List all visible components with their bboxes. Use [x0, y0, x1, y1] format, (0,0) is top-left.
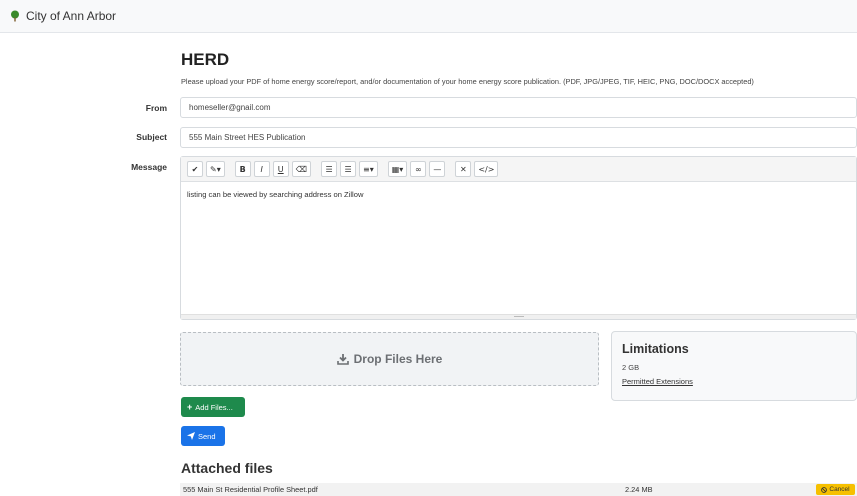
subject-label: Subject	[136, 132, 167, 142]
align-icon[interactable]: ≡▾	[359, 161, 378, 177]
fullscreen-icon[interactable]: ✕	[455, 161, 472, 177]
tree-icon	[11, 10, 19, 22]
pencil-icon[interactable]: ✔	[187, 161, 203, 177]
cancel-upload-button[interactable]: Cancel	[816, 484, 855, 495]
add-files-button[interactable]: + Add Files...	[181, 397, 245, 417]
upload-instructions: Please upload your PDF of home energy sc…	[181, 77, 754, 86]
message-editor: ✔ ✎▾ B I U ⌫ ☰ ☰ ≡▾ ▦▾ ∞ — ✕ </> listing…	[180, 156, 857, 320]
editor-toolbar: ✔ ✎▾ B I U ⌫ ☰ ☰ ≡▾ ▦▾ ∞ — ✕ </>	[181, 157, 856, 182]
underline-icon[interactable]: U	[272, 161, 289, 177]
eraser-icon[interactable]: ⌫	[291, 161, 312, 177]
limitations-panel: Limitations 2 GB Permitted Extensions	[611, 331, 857, 401]
brand-name: City of Ann Arbor	[26, 9, 117, 23]
permitted-extensions-link[interactable]: Permitted Extensions	[622, 377, 846, 386]
ban-icon	[821, 486, 828, 493]
horizontal-rule-icon[interactable]: —	[429, 161, 446, 177]
editor-resize-handle[interactable]	[181, 314, 856, 319]
paper-plane-icon	[187, 432, 195, 440]
file-size: 2.24 MB	[625, 485, 653, 494]
download-icon	[336, 354, 349, 365]
subject-field[interactable]: 555 Main Street HES Publication	[180, 127, 857, 148]
attached-files-heading: Attached files	[181, 460, 273, 476]
link-icon[interactable]: ∞	[410, 161, 427, 177]
page-title: HERD	[181, 50, 230, 69]
limitations-title: Limitations	[622, 342, 689, 356]
from-field[interactable]: homeseller@gnail.com	[180, 97, 857, 118]
size-limit: 2 GB	[622, 363, 640, 372]
unordered-list-icon[interactable]: ☰	[321, 161, 338, 177]
cancel-label: Cancel	[829, 486, 850, 493]
table-icon[interactable]: ▦▾	[387, 161, 408, 177]
magic-wand-icon[interactable]: ✎▾	[206, 161, 225, 177]
plus-icon: +	[187, 402, 193, 412]
add-files-label: Add Files...	[195, 402, 233, 412]
code-view-icon[interactable]: </>	[474, 161, 499, 177]
navbar: City of Ann Arbor	[0, 0, 857, 33]
file-name: 555 Main St Residential Profile Sheet.pd…	[183, 485, 318, 494]
file-row: 555 Main St Residential Profile Sheet.pd…	[180, 483, 857, 496]
message-body[interactable]: listing can be viewed by searching addre…	[181, 182, 856, 207]
file-dropzone[interactable]: Drop Files Here	[180, 332, 599, 386]
ordered-list-icon[interactable]: ☰	[340, 161, 357, 177]
from-label: From	[145, 103, 167, 113]
dropzone-label: Drop Files Here	[353, 352, 443, 366]
send-button[interactable]: Send	[181, 426, 225, 446]
message-label: Message	[131, 162, 167, 172]
send-label: Send	[198, 431, 216, 441]
italic-icon[interactable]: I	[253, 161, 270, 177]
brand-link[interactable]: City of Ann Arbor	[9, 9, 116, 23]
bold-icon[interactable]: B	[234, 161, 251, 177]
